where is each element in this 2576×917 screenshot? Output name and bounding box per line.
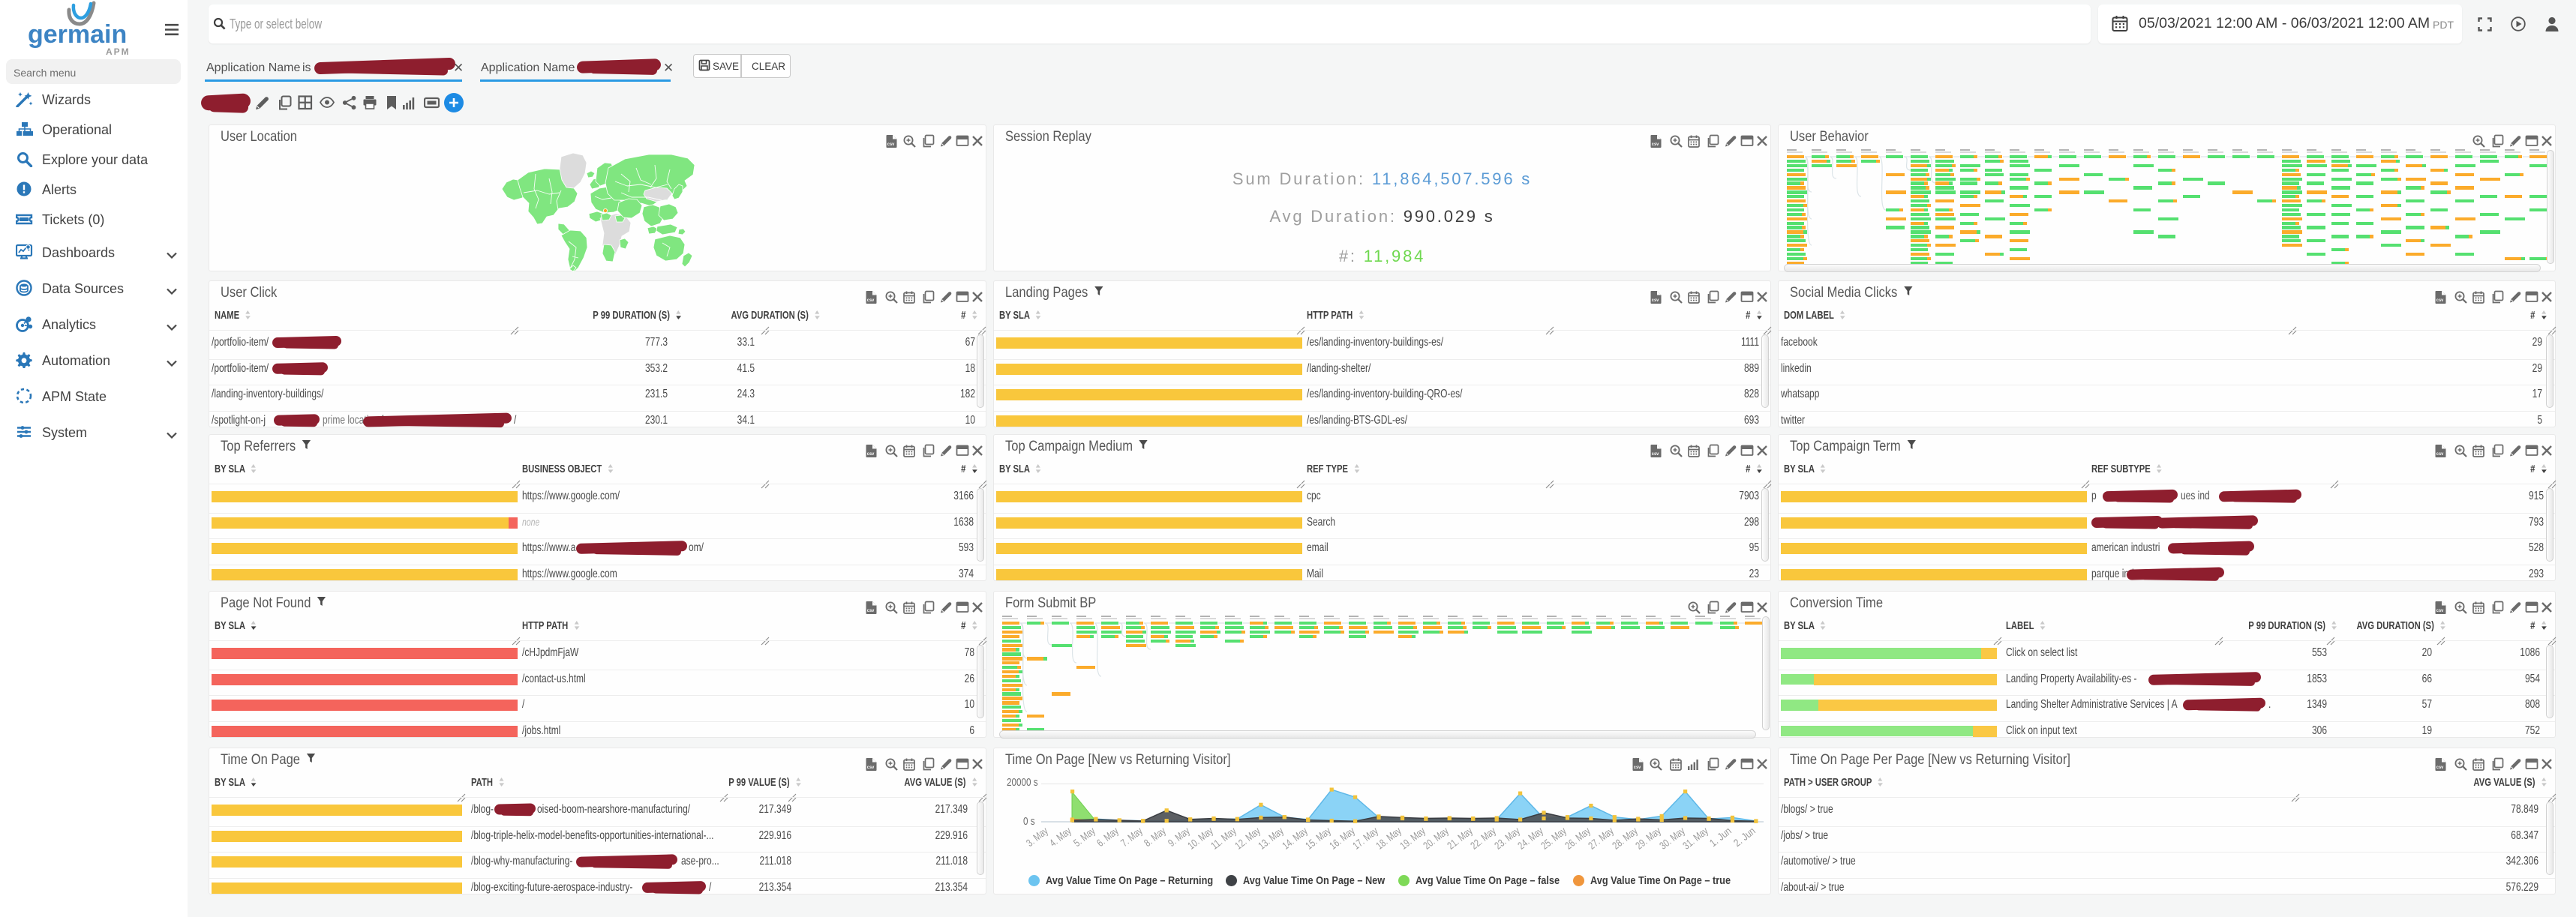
svg-text:csv: csv — [1634, 766, 1641, 770]
svg-text:csv: csv — [867, 766, 875, 770]
svg-text:csv: csv — [2436, 766, 2444, 770]
svg-text:csv: csv — [2436, 609, 2444, 613]
